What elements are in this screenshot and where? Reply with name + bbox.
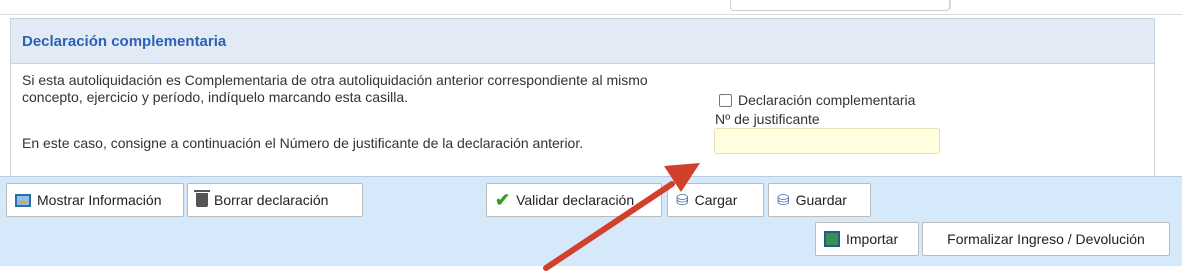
monitor-icon [15,193,31,207]
complementary-checkbox[interactable] [719,93,732,107]
show-info-label: Mostrar Información [37,192,162,208]
validate-declaration-label: Validar declaración [516,192,635,208]
clear-declaration-button[interactable]: Borrar declaración [187,183,363,217]
database-icon: ⛁ [676,191,689,209]
complementary-checkbox-row[interactable]: Declaración complementaria [719,92,915,108]
complementary-declaration-panel: Declaración complementaria Si esta autol… [10,18,1155,178]
trash-icon [194,190,210,207]
database-save-icon: ⛁ [777,191,790,209]
section-title: Declaración complementaria [11,19,1154,64]
save-button[interactable]: ⛁ Guardar [768,183,871,217]
check-icon: ✔ [495,190,511,210]
import-button[interactable]: Importar [815,222,919,256]
previous-field-edge [730,0,950,11]
clear-declaration-label: Borrar declaración [214,192,329,208]
complementary-checkbox-label: Declaración complementaria [738,92,916,108]
validate-declaration-button[interactable]: ✔ Validar declaración [486,183,662,217]
show-info-button[interactable]: Mostrar Información [6,183,184,217]
save-label: Guardar [795,192,847,208]
import-label: Importar [846,231,899,247]
import-icon [824,231,840,247]
previous-column-edge [950,0,1153,10]
formalize-button[interactable]: Formalizar Ingreso / Devolución [922,222,1170,256]
load-label: Cargar [694,192,738,208]
justificante-label: Nº de justificante [715,111,820,127]
complementary-description: Si esta autoliquidación es Complementari… [22,72,648,105]
load-button[interactable]: ⛁ Cargar [667,183,764,217]
justificante-input[interactable] [714,128,940,154]
previous-section-edge [0,0,1182,15]
formalize-label: Formalizar Ingreso / Devolución [947,231,1145,247]
justificante-instruction: En este caso, consigne a continuación el… [22,135,584,151]
